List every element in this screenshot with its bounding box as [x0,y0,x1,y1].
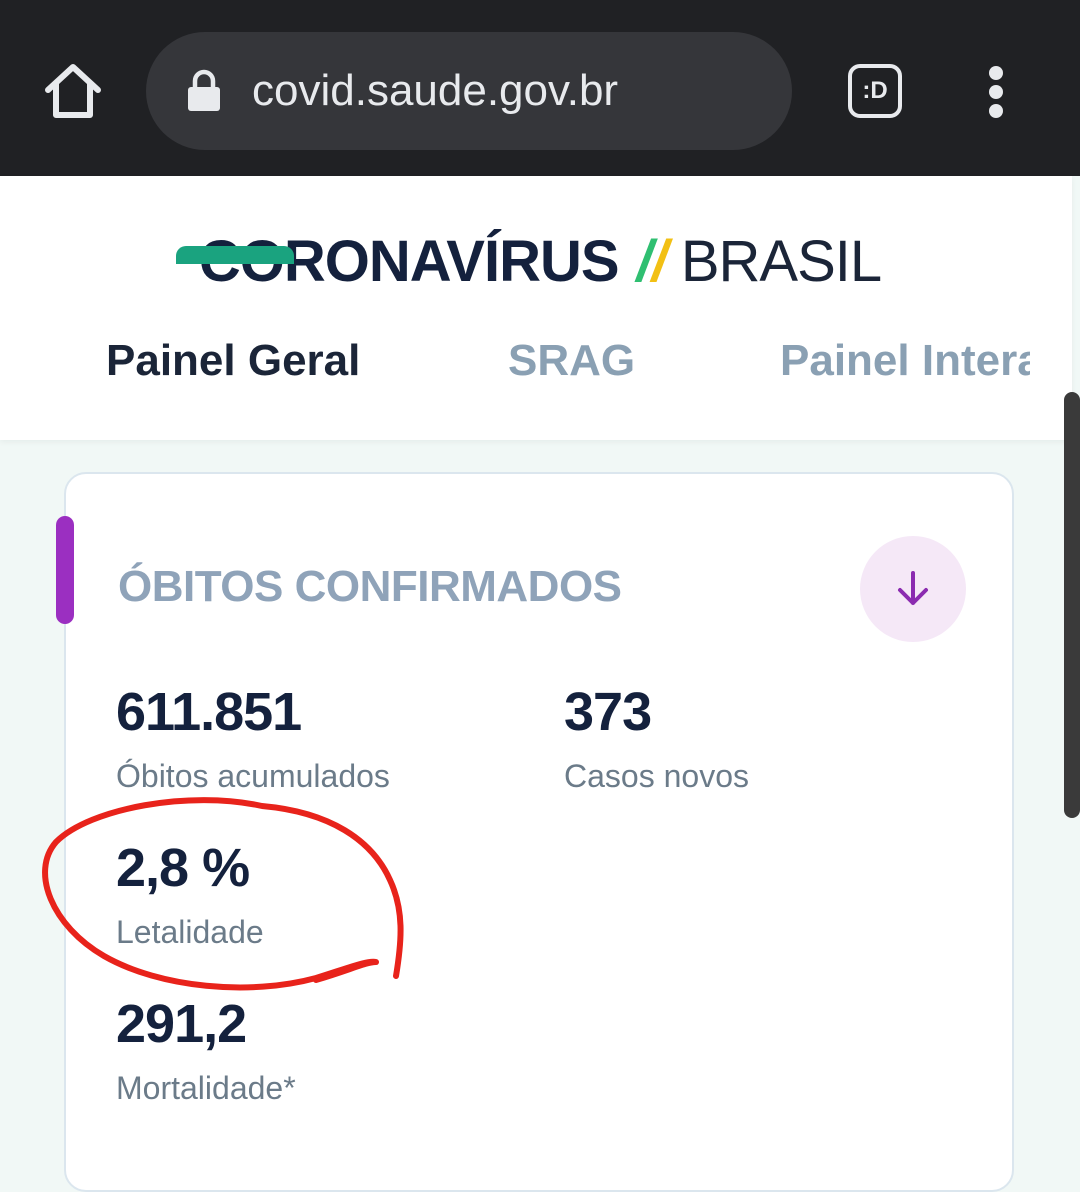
obitos-card: ÓBITOS CONFIRMADOS 611.851 Óbitos acumul… [64,472,1014,1192]
arrow-down-icon [898,571,928,605]
browser-toolbar: covid.saude.gov.br :D [0,0,1080,176]
tab-bar: Painel Geral SRAG Painel Interativo [0,334,1030,440]
logo-slash-icon: // [636,229,668,294]
lock-icon [186,68,222,112]
url-text: covid.saude.gov.br [252,66,619,115]
download-button[interactable] [860,536,966,642]
stat-value: 2,8 % [116,838,250,898]
stat-letalidade: 2,8 % Letalidade [116,838,264,951]
site-header: CORONAVÍRUS//BRASIL Painel Geral SRAG Pa… [0,176,1072,440]
stat-value: 291,2 [116,994,247,1054]
scrollbar[interactable] [1064,392,1080,818]
address-bar[interactable]: covid.saude.gov.br [146,32,792,150]
tab-srag[interactable]: SRAG [508,336,635,386]
stat-value: 611.851 [116,682,302,742]
extension-button[interactable]: :D [848,64,902,118]
stat-label: Casos novos [564,758,749,794]
stat-casos-novos: 373 Casos novos [564,682,749,795]
stat-obitos-acumulados: 611.851 Óbitos acumulados [116,682,390,795]
tab-painel-interativo[interactable]: Painel Interativo [780,336,1030,386]
card-accent-bar [56,516,74,624]
tab-painel-geral[interactable]: Painel Geral [106,336,360,386]
site-logo[interactable]: CORONAVÍRUS//BRASIL [0,228,1080,295]
home-icon[interactable] [40,58,106,124]
more-vert-icon[interactable] [984,66,1008,118]
stat-value: 373 [564,682,652,742]
card-title: ÓBITOS CONFIRMADOS [118,562,622,611]
stat-label: Óbitos acumulados [116,758,390,794]
stat-label: Mortalidade* [116,1070,296,1106]
stat-mortalidade: 291,2 Mortalidade* [116,994,296,1107]
stat-label: Letalidade [116,914,264,950]
active-tab-indicator [176,246,294,264]
logo-brand-text: BRASIL [680,229,882,294]
